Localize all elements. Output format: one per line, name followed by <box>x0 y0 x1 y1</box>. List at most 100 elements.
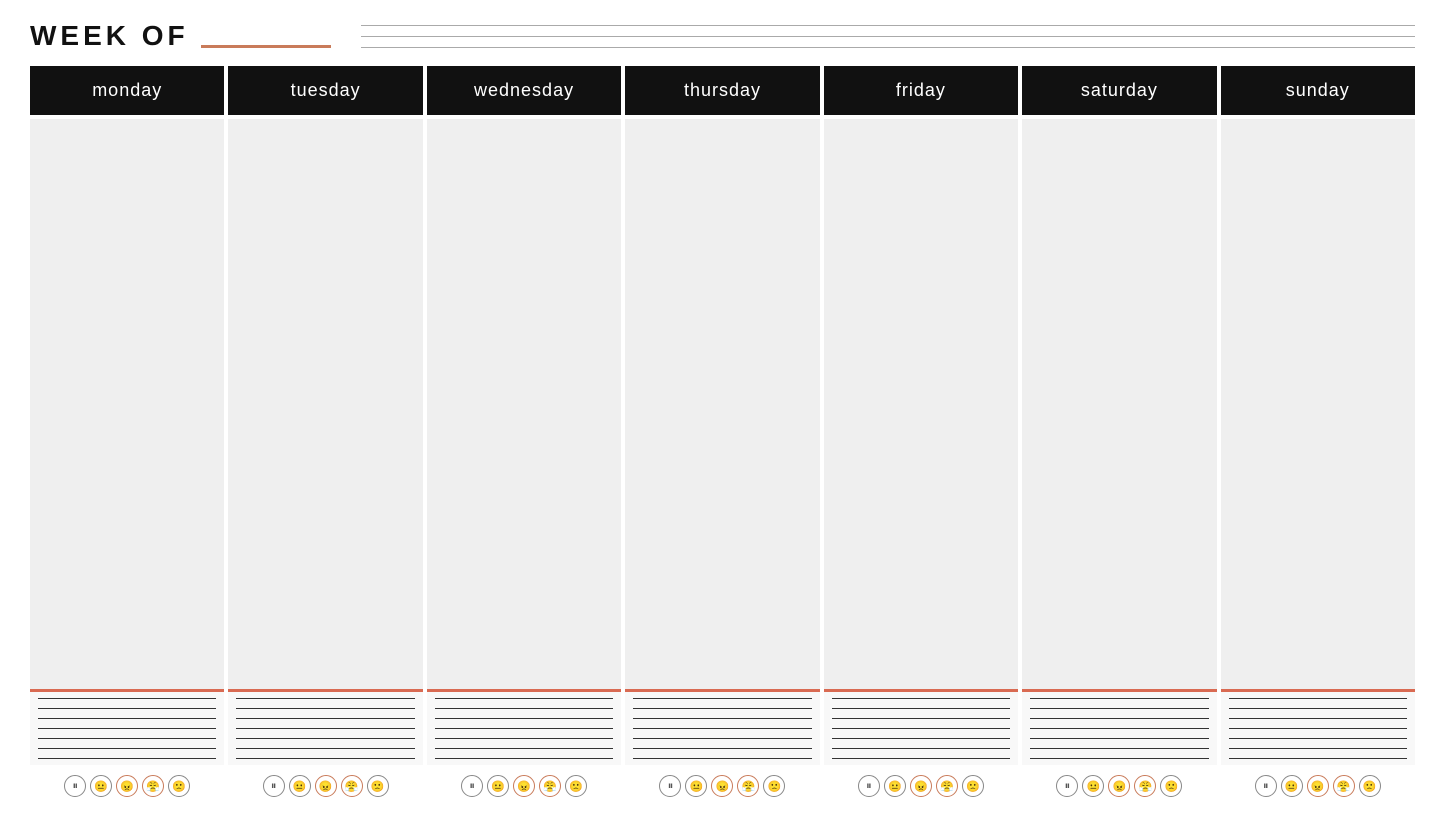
wednesday-mood-4[interactable]: 😤 <box>539 775 561 797</box>
wednesday-lines-area[interactable] <box>427 692 621 765</box>
monday-mood-1[interactable]: ⏸ <box>64 775 86 797</box>
friday-mood-3[interactable]: 😠 <box>910 775 932 797</box>
thursday-top-area[interactable] <box>625 119 819 689</box>
tuesday-mood-1[interactable]: ⏸ <box>263 775 285 797</box>
wednesday-mood-3[interactable]: 😠 <box>513 775 535 797</box>
friday-mood-1[interactable]: ⏸ <box>858 775 880 797</box>
tuesday-mood-5[interactable]: 🙁 <box>367 775 389 797</box>
wednesday-line-6 <box>435 748 613 749</box>
tuesday-line-2 <box>236 708 414 709</box>
wednesday-line-5 <box>435 738 613 739</box>
day-column-monday: ⏸ 😐 😠 😤 🙁 <box>30 119 224 803</box>
thursday-mood-4[interactable]: 😤 <box>737 775 759 797</box>
thursday-line-2 <box>633 708 811 709</box>
sunday-mood-2[interactable]: 😐 <box>1281 775 1303 797</box>
monday-line-3 <box>38 718 216 719</box>
header: WEEK OF <box>30 20 1415 52</box>
thursday-mood-2[interactable]: 😐 <box>685 775 707 797</box>
monday-mood-2[interactable]: 😐 <box>90 775 112 797</box>
friday-top-area[interactable] <box>824 119 1018 689</box>
tuesday-top-area[interactable] <box>228 119 422 689</box>
header-line-3 <box>361 47 1415 48</box>
friday-mood-5[interactable]: 🙁 <box>962 775 984 797</box>
monday-mood-3[interactable]: 😠 <box>116 775 138 797</box>
monday-mood-5[interactable]: 🙁 <box>168 775 190 797</box>
saturday-top-area[interactable] <box>1022 119 1216 689</box>
monday-mood-4[interactable]: 😤 <box>142 775 164 797</box>
day-header-friday: friday <box>824 66 1018 115</box>
monday-line-4 <box>38 728 216 729</box>
day-column-sunday: ⏸ 😐 😠 😤 🙁 <box>1221 119 1415 803</box>
sunday-mood-row: ⏸ 😐 😠 😤 🙁 <box>1221 765 1415 803</box>
thursday-mood-1[interactable]: ⏸ <box>659 775 681 797</box>
saturday-mood-3[interactable]: 😠 <box>1108 775 1130 797</box>
friday-mood-4[interactable]: 😤 <box>936 775 958 797</box>
monday-line-6 <box>38 748 216 749</box>
day-column-saturday: ⏸ 😐 😠 😤 🙁 <box>1022 119 1216 803</box>
sunday-line-3 <box>1229 718 1407 719</box>
week-of-label: WEEK OF <box>30 20 189 52</box>
sunday-line-1 <box>1229 698 1407 699</box>
sunday-mood-3[interactable]: 😠 <box>1307 775 1329 797</box>
wednesday-line-3 <box>435 718 613 719</box>
saturday-mood-5[interactable]: 🙁 <box>1160 775 1182 797</box>
friday-line-1 <box>832 698 1010 699</box>
saturday-line-7 <box>1030 758 1208 759</box>
saturday-line-4 <box>1030 728 1208 729</box>
saturday-mood-2[interactable]: 😐 <box>1082 775 1104 797</box>
thursday-line-6 <box>633 748 811 749</box>
day-column-thursday: ⏸ 😐 😠 😤 🙁 <box>625 119 819 803</box>
thursday-line-3 <box>633 718 811 719</box>
monday-lines-area[interactable] <box>30 692 224 765</box>
day-header-monday: monday <box>30 66 224 115</box>
sunday-mood-1[interactable]: ⏸ <box>1255 775 1277 797</box>
saturday-lines-area[interactable] <box>1022 692 1216 765</box>
day-header-saturday: saturday <box>1022 66 1216 115</box>
friday-line-2 <box>832 708 1010 709</box>
tuesday-mood-3[interactable]: 😠 <box>315 775 337 797</box>
thursday-line-4 <box>633 728 811 729</box>
sunday-lines-area[interactable] <box>1221 692 1415 765</box>
friday-line-3 <box>832 718 1010 719</box>
friday-mood-2[interactable]: 😐 <box>884 775 906 797</box>
saturday-mood-1[interactable]: ⏸ <box>1056 775 1078 797</box>
wednesday-top-area[interactable] <box>427 119 621 689</box>
sunday-mood-5[interactable]: 🙁 <box>1359 775 1381 797</box>
day-column-wednesday: ⏸ 😐 😠 😤 🙁 <box>427 119 621 803</box>
sunday-top-area[interactable] <box>1221 119 1415 689</box>
thursday-line-7 <box>633 758 811 759</box>
day-header-tuesday: tuesday <box>228 66 422 115</box>
wednesday-line-1 <box>435 698 613 699</box>
saturday-line-5 <box>1030 738 1208 739</box>
header-line-2 <box>361 36 1415 37</box>
saturday-mood-4[interactable]: 😤 <box>1134 775 1156 797</box>
header-line-1 <box>361 25 1415 26</box>
monday-top-area[interactable] <box>30 119 224 689</box>
wednesday-mood-5[interactable]: 🙁 <box>565 775 587 797</box>
tuesday-line-6 <box>236 748 414 749</box>
friday-lines-area[interactable] <box>824 692 1018 765</box>
weekly-planner-page: WEEK OF monday tuesday wednesday thursda… <box>0 0 1445 813</box>
thursday-mood-row: ⏸ 😐 😠 😤 🙁 <box>625 765 819 803</box>
sunday-mood-4[interactable]: 😤 <box>1333 775 1355 797</box>
thursday-mood-5[interactable]: 🙁 <box>763 775 785 797</box>
thursday-lines-area[interactable] <box>625 692 819 765</box>
tuesday-mood-2[interactable]: 😐 <box>289 775 311 797</box>
wednesday-mood-2[interactable]: 😐 <box>487 775 509 797</box>
thursday-mood-3[interactable]: 😠 <box>711 775 733 797</box>
monday-line-5 <box>38 738 216 739</box>
monday-mood-row: ⏸ 😐 😠 😤 🙁 <box>30 765 224 803</box>
day-header-wednesday: wednesday <box>427 66 621 115</box>
friday-mood-row: ⏸ 😐 😠 😤 🙁 <box>824 765 1018 803</box>
monday-line-2 <box>38 708 216 709</box>
sunday-line-2 <box>1229 708 1407 709</box>
wednesday-line-2 <box>435 708 613 709</box>
wednesday-mood-1[interactable]: ⏸ <box>461 775 483 797</box>
weekly-calendar: monday tuesday wednesday thursday friday… <box>30 66 1415 803</box>
tuesday-mood-4[interactable]: 😤 <box>341 775 363 797</box>
wednesday-mood-row: ⏸ 😐 😠 😤 🙁 <box>427 765 621 803</box>
tuesday-line-4 <box>236 728 414 729</box>
days-body: ⏸ 😐 😠 😤 🙁 <box>30 119 1415 803</box>
tuesday-lines-area[interactable] <box>228 692 422 765</box>
saturday-line-6 <box>1030 748 1208 749</box>
